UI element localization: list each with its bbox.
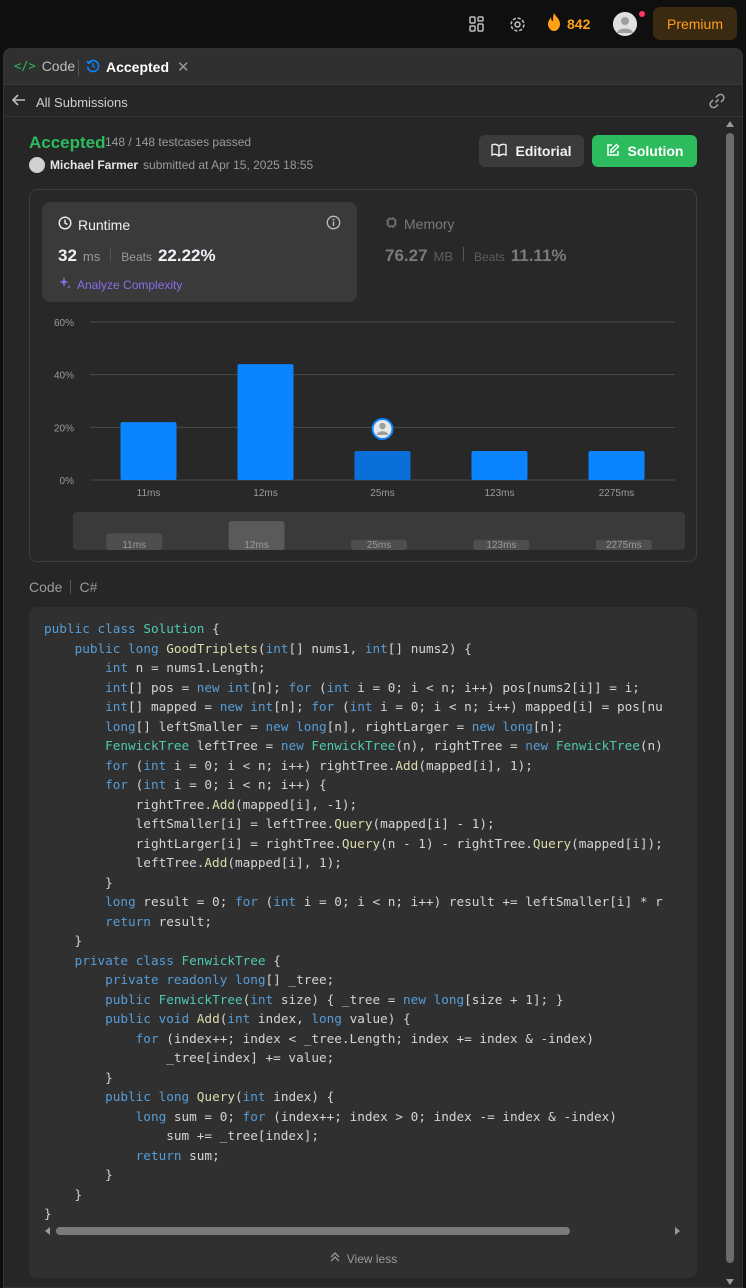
code-block[interactable]: public class Solution { public long Good… <box>29 607 697 1278</box>
memory-label[interactable]: Memory <box>385 216 455 232</box>
arrow-left-icon <box>11 93 26 111</box>
bar <box>120 422 177 480</box>
bar <box>588 451 645 480</box>
runtime-beats-label: Beats <box>121 250 152 264</box>
bar <box>237 364 294 480</box>
navigator-label: 25ms <box>367 540 391 551</box>
view-less-button[interactable]: View less <box>29 1251 697 1266</box>
memory-label-text: Memory <box>404 216 455 232</box>
y-tick-label: 60% <box>54 318 74 329</box>
memory-unit: MB <box>433 249 454 264</box>
chevron-up-icon <box>329 1251 341 1266</box>
memory-value-row: 76.27 MB Beats 11.11% <box>385 246 567 266</box>
code-header: Code C# <box>29 579 97 595</box>
runtime-label: Runtime <box>58 216 130 233</box>
solution-button[interactable]: Solution <box>592 135 697 167</box>
memory-beats-value: 11.11% <box>510 246 567 265</box>
navigator-label: 123ms <box>486 540 516 551</box>
submission-subbar: All Submissions <box>4 85 742 117</box>
runtime-unit: ms <box>82 249 101 264</box>
code-label: Code <box>29 579 63 595</box>
runtime-card[interactable]: Runtime 32 ms Beats 22.22% Analyze Compl… <box>42 202 357 302</box>
solution-label: Solution <box>627 143 684 159</box>
editorial-label: Editorial <box>515 143 572 159</box>
y-tick-label: 20% <box>54 423 74 434</box>
navigator-label: 12ms <box>244 540 268 551</box>
source-code[interactable]: public class Solution { public long Good… <box>44 619 663 1224</box>
scroll-thumb <box>56 1227 570 1235</box>
view-less-label: View less <box>346 1251 398 1266</box>
tab-accepted-label: Accepted <box>106 59 170 75</box>
y-tick-label: 40% <box>54 371 74 382</box>
sparkle-icon <box>58 276 72 293</box>
bar <box>354 451 411 480</box>
y-tick-label: 0% <box>60 476 75 487</box>
user-avatar <box>29 157 45 173</box>
x-tick-label: 123ms <box>484 488 514 499</box>
testcases-passed: 148 / 148 testcases passed <box>105 135 252 149</box>
bar <box>471 451 528 480</box>
memory-value: 76.27 <box>385 246 428 265</box>
tab-divider <box>78 60 79 76</box>
gear-icon[interactable] <box>507 14 527 34</box>
clock-icon <box>58 216 72 233</box>
runtime-label-text: Runtime <box>78 216 131 233</box>
x-tick-label: 2275ms <box>599 488 635 499</box>
navigator-label: 11ms <box>122 540 146 551</box>
all-submissions-label: All Submissions <box>36 94 128 110</box>
user-name[interactable]: Michael Farmer <box>50 158 138 172</box>
runtime-distribution-chart: 60% 40% 20% 0% 11ms 12ms 25ms 123ms 2275ms 11ms 12… <box>54 318 685 551</box>
tab-code-label: Code <box>41 58 76 74</box>
navigator-label: 2275ms <box>606 540 642 551</box>
apps-grid-icon[interactable] <box>467 14 487 34</box>
notification-dot <box>639 11 645 17</box>
top-navbar: 842 Premium <box>0 0 746 48</box>
runtime-value-row: 32 ms Beats 22.22% <box>58 246 216 266</box>
language-label: C# <box>79 579 98 595</box>
tab-accepted[interactable]: Accepted ✕ <box>86 58 190 76</box>
edit-icon <box>606 143 620 160</box>
back-to-submissions[interactable]: All Submissions <box>11 93 128 111</box>
runtime-value: 32 <box>58 246 77 265</box>
link-icon[interactable] <box>708 93 726 114</box>
x-tick-label: 12ms <box>253 488 277 499</box>
submission-panel: </> Code Accepted ✕ All Submissions Acce… <box>3 48 743 1288</box>
tab-code[interactable]: </> Code <box>14 58 75 74</box>
vertical-scrollbar[interactable] <box>725 117 735 1288</box>
submission-content: Accepted 148 / 148 testcases passed Mich… <box>4 117 742 1288</box>
divider <box>70 580 72 594</box>
streak-count: 842 <box>567 15 591 32</box>
performance-stats: Runtime 32 ms Beats 22.22% Analyze Compl… <box>29 189 697 562</box>
book-icon <box>491 143 508 160</box>
info-icon[interactable] <box>326 215 341 235</box>
memory-beats-label: Beats <box>474 250 505 264</box>
runtime-beats-value: 22.22% <box>157 246 216 265</box>
analyze-complexity-link[interactable]: Analyze Complexity <box>58 276 182 293</box>
editorial-button[interactable]: Editorial <box>479 135 584 167</box>
tab-bar: </> Code Accepted ✕ <box>4 49 742 85</box>
history-icon <box>86 59 100 76</box>
submitted-at: submitted at Apr 15, 2025 18:55 <box>143 158 314 172</box>
x-tick-label: 11ms <box>137 488 161 499</box>
user-marker-head <box>379 422 386 430</box>
analyze-label: Analyze Complexity <box>77 277 183 292</box>
streak-counter[interactable]: 842 <box>547 13 590 34</box>
scroll-up-icon <box>726 121 734 127</box>
scroll-down-icon <box>726 1279 734 1285</box>
avatar[interactable] <box>613 12 637 36</box>
x-tick-label: 25ms <box>370 488 394 499</box>
chip-icon <box>385 216 398 232</box>
close-icon[interactable]: ✕ <box>177 58 190 76</box>
submitter-info: Michael Farmer submitted at Apr 15, 2025… <box>29 157 313 173</box>
scroll-left-icon <box>45 1227 50 1235</box>
premium-button[interactable]: Premium <box>653 7 737 40</box>
scroll-right-icon <box>675 1227 680 1235</box>
scroll-thumb <box>726 133 734 1263</box>
flame-icon <box>547 13 561 34</box>
status-title: Accepted <box>29 133 106 152</box>
divider <box>110 247 112 261</box>
divider <box>463 247 465 261</box>
code-icon: </> <box>14 59 36 73</box>
horizontal-scrollbar[interactable] <box>44 1225 681 1237</box>
